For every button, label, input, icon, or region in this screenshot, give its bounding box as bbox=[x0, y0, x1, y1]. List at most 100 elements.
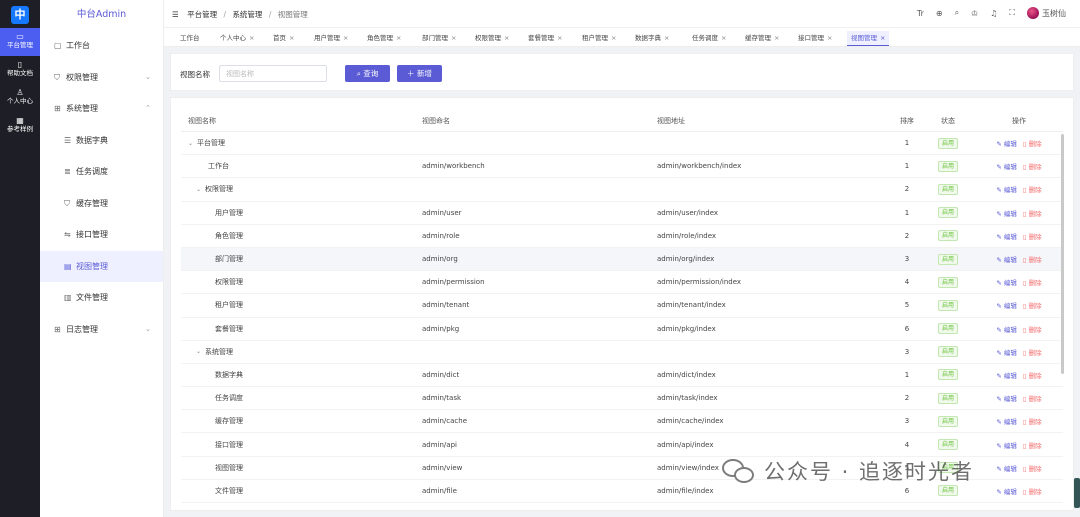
delete-button[interactable]: ▯ 删除 bbox=[1023, 370, 1042, 380]
tab[interactable]: 工作台 bbox=[176, 31, 204, 46]
close-icon[interactable]: × bbox=[249, 34, 254, 42]
tab[interactable]: 缓存管理 × bbox=[741, 31, 783, 46]
table-row[interactable]: 缓存管理 admin/cache admin/cache/index 3 启用 ✎ 编辑 ▯… bbox=[181, 410, 1063, 434]
add-button[interactable]: ＋ 新增 bbox=[397, 65, 442, 82]
sidebar-item[interactable]: ⛉ 权限管理 ⌄ bbox=[40, 62, 163, 94]
username[interactable]: 玉树仙 bbox=[1042, 8, 1066, 19]
table-row[interactable]: 任务调度 admin/task admin/task/index 2 启用 ✎ 编辑 ▯ 删… bbox=[181, 387, 1063, 411]
edit-button[interactable]: ✎ 编辑 bbox=[996, 208, 1017, 218]
delete-button[interactable]: ▯ 删除 bbox=[1023, 208, 1042, 218]
close-icon[interactable]: × bbox=[774, 34, 779, 42]
edit-button[interactable]: ✎ 编辑 bbox=[996, 161, 1017, 171]
close-icon[interactable]: × bbox=[557, 34, 562, 42]
tab[interactable]: 部门管理 × bbox=[418, 31, 460, 46]
close-icon[interactable]: × bbox=[664, 34, 669, 42]
delete-button[interactable]: ▯ 删除 bbox=[1023, 277, 1042, 287]
edit-button[interactable]: ✎ 编辑 bbox=[996, 324, 1017, 334]
delete-button[interactable]: ▯ 删除 bbox=[1023, 161, 1042, 171]
breadcrumb-item[interactable]: 系统管理 bbox=[232, 10, 262, 19]
edit-button[interactable]: ✎ 编辑 bbox=[996, 300, 1017, 310]
close-icon[interactable]: × bbox=[504, 34, 509, 42]
delete-button[interactable]: ▯ 删除 bbox=[1023, 440, 1042, 450]
translate-icon[interactable]: Tr bbox=[917, 9, 924, 18]
table-row[interactable]: 工作台 admin/workbench admin/workbench/index 1… bbox=[181, 155, 1063, 179]
expand-arrow-icon[interactable]: ⌄ bbox=[188, 140, 193, 147]
sidebar-item[interactable]: ⊞ 系统管理 ⌃ bbox=[40, 93, 163, 125]
delete-button[interactable]: ▯ 删除 bbox=[1023, 486, 1042, 496]
query-button[interactable]: ⌕ 查询 bbox=[345, 65, 390, 82]
tab[interactable]: 任务调度 × bbox=[688, 31, 730, 46]
table-row[interactable]: ⌄ 系统管理 3 启用 ✎ 编辑 ▯ 删除 bbox=[181, 341, 1063, 364]
sidebar-item[interactable]: ☰ 数据字典 bbox=[40, 125, 163, 157]
table-row[interactable]: 数据字典 admin/dict admin/dict/index 1 启用 ✎ 编辑 ▯ 删… bbox=[181, 364, 1063, 388]
tab[interactable]: 数据字典 × bbox=[631, 31, 673, 46]
table-row[interactable]: 接口管理 admin/api admin/api/index 4 启用 ✎ 编辑 ▯ 删除 bbox=[181, 433, 1063, 457]
avatar[interactable] bbox=[1027, 7, 1039, 19]
table-row[interactable]: 部门管理 admin/org admin/org/index 3 启用 ✎ 编辑 ▯ 删除 bbox=[181, 247, 1063, 272]
table-row[interactable]: 用户管理 admin/user admin/user/index 1 启用 ✎ 编辑 ▯ 删… bbox=[181, 202, 1063, 225]
sidebar-item[interactable]: ⛉ 缓存管理 bbox=[40, 188, 163, 220]
edit-button[interactable]: ✎ 编辑 bbox=[996, 277, 1017, 287]
delete-button[interactable]: ▯ 删除 bbox=[1023, 463, 1042, 473]
tab[interactable]: 套餐管理 × bbox=[524, 31, 566, 46]
menu-toggle-icon[interactable]: ☰ bbox=[172, 10, 179, 19]
table-scrollbar[interactable] bbox=[1061, 134, 1064, 374]
delete-button[interactable]: ▯ 删除 bbox=[1023, 184, 1042, 194]
breadcrumb-item[interactable]: 平台管理 bbox=[187, 10, 217, 19]
rail-item[interactable]: ▯ 帮助文档 bbox=[0, 56, 40, 84]
edit-button[interactable]: ✎ 编辑 bbox=[996, 370, 1017, 380]
edit-button[interactable]: ✎ 编辑 bbox=[996, 347, 1017, 357]
tab[interactable]: 角色管理 × bbox=[363, 31, 405, 46]
close-icon[interactable]: × bbox=[611, 34, 616, 42]
shirt-icon[interactable]: ♔ bbox=[971, 9, 978, 18]
globe-icon[interactable]: ⊕ bbox=[936, 9, 943, 18]
sidebar-item[interactable]: ⊞ 日志管理 ⌄ bbox=[40, 314, 163, 346]
fullscreen-icon[interactable]: ⛶ bbox=[1009, 8, 1015, 18]
tab[interactable]: 个人中心 × bbox=[216, 31, 258, 46]
delete-button[interactable]: ▯ 删除 bbox=[1023, 393, 1042, 403]
edit-button[interactable]: ✎ 编辑 bbox=[996, 486, 1017, 496]
close-icon[interactable]: × bbox=[827, 34, 832, 42]
delete-button[interactable]: ▯ 删除 bbox=[1023, 300, 1042, 310]
sidebar-item[interactable]: ▤ 视图管理 bbox=[40, 250, 163, 282]
edit-button[interactable]: ✎ 编辑 bbox=[996, 416, 1017, 426]
tab[interactable]: 权限管理 × bbox=[471, 31, 513, 46]
rail-item[interactable]: ▭ 平台管理 bbox=[0, 28, 40, 56]
table-row[interactable]: 套餐管理 admin/pkg admin/pkg/index 6 启用 ✎ 编辑 ▯ 删除 bbox=[181, 318, 1063, 341]
search-icon[interactable]: ⌕ bbox=[955, 8, 959, 18]
view-name-input[interactable] bbox=[219, 65, 327, 82]
edit-button[interactable]: ✎ 编辑 bbox=[996, 463, 1017, 473]
sidebar-item[interactable]: ≣ 任务调度 bbox=[40, 156, 163, 188]
close-icon[interactable]: × bbox=[289, 34, 294, 42]
tab[interactable]: 租户管理 × bbox=[578, 31, 620, 46]
sidebar-item[interactable]: ▢ 工作台 bbox=[40, 30, 163, 62]
delete-button[interactable]: ▯ 删除 bbox=[1023, 138, 1042, 148]
edit-button[interactable]: ✎ 编辑 bbox=[996, 138, 1017, 148]
edit-button[interactable]: ✎ 编辑 bbox=[996, 393, 1017, 403]
side-widget[interactable] bbox=[1074, 478, 1080, 508]
tab[interactable]: 视图管理 × bbox=[847, 31, 890, 46]
rail-item[interactable]: ♙ 个人中心 bbox=[0, 84, 40, 112]
table-row[interactable]: ⌄ 平台管理 1 启用 ✎ 编辑 ▯ 删除 bbox=[181, 132, 1063, 156]
delete-button[interactable]: ▯ 删除 bbox=[1023, 254, 1042, 264]
delete-button[interactable]: ▯ 删除 bbox=[1023, 231, 1042, 241]
tab[interactable]: 接口管理 × bbox=[794, 31, 836, 46]
table-row[interactable]: 权限管理 admin/permission admin/permission/ind… bbox=[181, 271, 1063, 295]
delete-button[interactable]: ▯ 删除 bbox=[1023, 416, 1042, 426]
edit-button[interactable]: ✎ 编辑 bbox=[996, 231, 1017, 241]
tab[interactable]: 用户管理 × bbox=[310, 31, 352, 46]
delete-button[interactable]: ▯ 删除 bbox=[1023, 347, 1042, 357]
edit-button[interactable]: ✎ 编辑 bbox=[996, 184, 1017, 194]
expand-arrow-icon[interactable]: ⌄ bbox=[196, 348, 201, 355]
table-row[interactable]: ⌄ 权限管理 2 启用 ✎ 编辑 ▯ 删除 bbox=[181, 178, 1063, 202]
delete-button[interactable]: ▯ 删除 bbox=[1023, 324, 1042, 334]
close-icon[interactable]: × bbox=[721, 34, 726, 42]
close-icon[interactable]: × bbox=[451, 34, 456, 42]
table-row[interactable]: 租户管理 admin/tenant admin/tenant/index 5 启用 ✎ 编… bbox=[181, 294, 1063, 318]
edit-button[interactable]: ✎ 编辑 bbox=[996, 254, 1017, 264]
tab[interactable]: 首页 × bbox=[269, 31, 298, 46]
edit-button[interactable]: ✎ 编辑 bbox=[996, 440, 1017, 450]
sidebar-item[interactable]: ⇋ 接口管理 bbox=[40, 219, 163, 251]
sidebar-item[interactable]: ▥ 文件管理 bbox=[40, 282, 163, 314]
bell-icon[interactable]: ♫ bbox=[990, 9, 997, 18]
